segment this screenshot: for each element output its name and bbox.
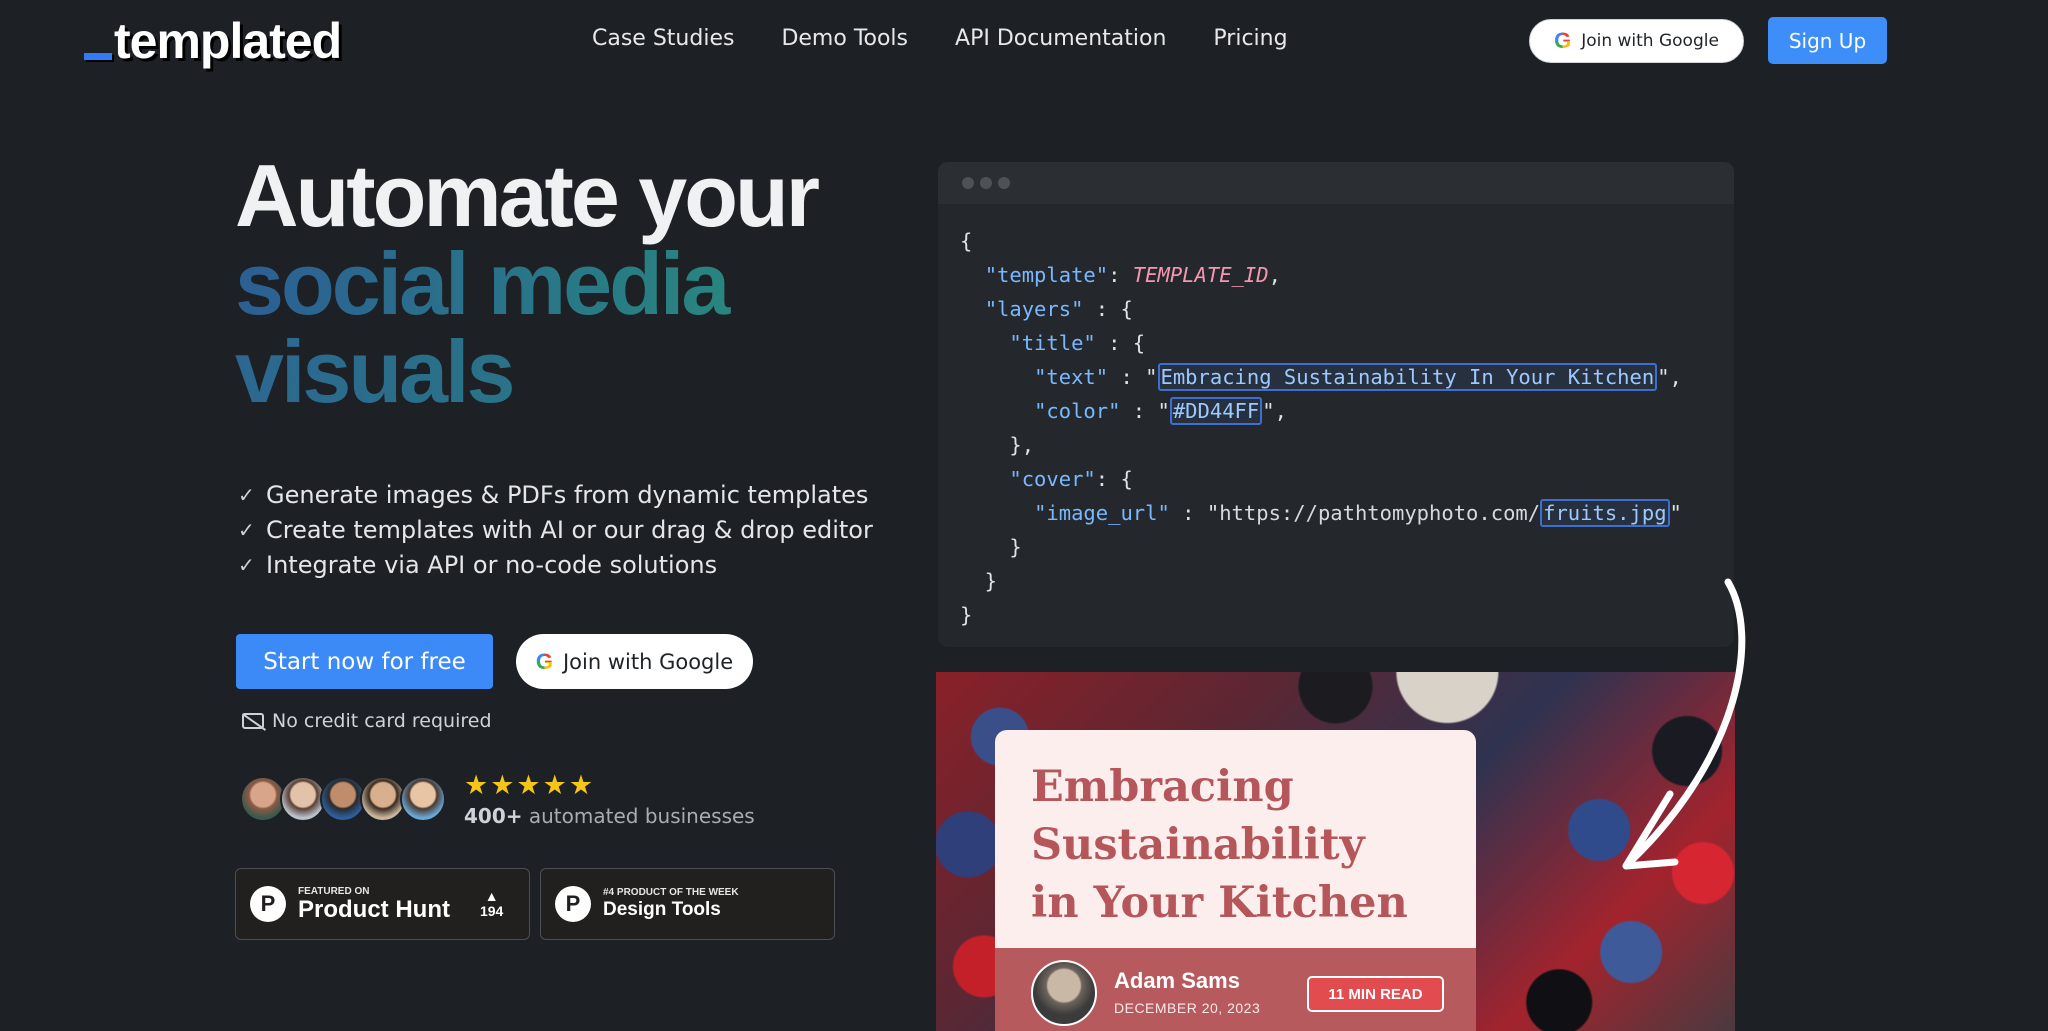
rating-caption: 400+ automated businesses xyxy=(464,804,755,828)
upvote-number: 194 xyxy=(479,903,504,919)
code-highlight-color: #DD44FF xyxy=(1169,397,1263,425)
hero-join-google-label: Join with Google xyxy=(562,649,734,674)
post-footer: Adam Sams DECEMBER 20, 2023 11 MIN READ xyxy=(995,948,1476,1031)
badge-text: #4 PRODUCT OF THE WEEK Design Tools xyxy=(603,887,739,922)
code-highlight-file: fruits.jpg xyxy=(1540,499,1670,527)
author-name: Adam Sams xyxy=(1114,968,1240,993)
start-free-button[interactable]: Start now for free xyxy=(236,634,493,689)
main-nav: Case Studies Demo Tools API Documentatio… xyxy=(592,26,1288,51)
headline-line-3: visuals xyxy=(235,328,817,416)
google-icon: G xyxy=(1554,28,1572,53)
no-credit-card-text: No credit card required xyxy=(272,710,492,732)
check-icon: ✓ xyxy=(238,518,255,542)
rating-text: automated businesses xyxy=(528,804,755,828)
star-rating-icons: ★★★★★ xyxy=(464,770,596,801)
badge-caption: FEATURED ON xyxy=(298,885,370,897)
upvote-count: ▲ 194 xyxy=(480,889,503,919)
hero-join-google-button[interactable]: G Join with Google xyxy=(516,634,753,689)
logo[interactable]: templated xyxy=(84,12,342,70)
code-template-id: TEMPLATE_ID xyxy=(1132,263,1269,287)
post-title-line: Embracing xyxy=(1031,762,1294,812)
post-date: DECEMBER 20, 2023 xyxy=(1114,1000,1261,1016)
nav-pricing[interactable]: Pricing xyxy=(1213,26,1287,51)
badge-text: FEATURED ON Product Hunt xyxy=(298,886,450,923)
header-join-google-button[interactable]: G Join with Google xyxy=(1529,19,1744,63)
feature-item: ✓ Integrate via API or no-code solutions xyxy=(238,548,873,583)
nav-api-documentation[interactable]: API Documentation xyxy=(955,26,1166,51)
no-credit-card-note: No credit card required xyxy=(242,710,492,732)
no-credit-card-icon xyxy=(242,713,264,729)
avatar xyxy=(400,776,446,822)
feature-text: Integrate via API or no-code solutions xyxy=(266,551,718,579)
post-card: Embracing Sustainability in Your Kitchen… xyxy=(995,730,1476,1031)
window-dot xyxy=(962,177,974,189)
hero-headline: Automate your social media visuals xyxy=(235,146,820,416)
code-url: https://pathtomyphoto.com/ xyxy=(1219,501,1541,525)
code-key: "image_url" xyxy=(1034,501,1170,525)
header-join-google-label: Join with Google xyxy=(1581,31,1719,51)
read-time-badge: 11 MIN READ xyxy=(1307,976,1444,1012)
nav-demo-tools[interactable]: Demo Tools xyxy=(781,26,908,51)
code-window-bar xyxy=(938,162,1734,204)
post-title-line: in Your Kitchen xyxy=(1031,878,1408,928)
post-title-line: Sustainability xyxy=(1031,820,1365,870)
code-key: "cover" xyxy=(1009,467,1096,491)
code-block: { "template": TEMPLATE_ID, "layers" : { … xyxy=(960,229,1682,627)
product-hunt-featured-badge[interactable]: P FEATURED ON Product Hunt ▲ 194 xyxy=(235,868,530,940)
code-key: "title" xyxy=(1009,331,1096,355)
logo-text: templated xyxy=(114,13,342,69)
rating-count: 400+ xyxy=(464,804,523,828)
api-code-example: { "template": TEMPLATE_ID, "layers" : { … xyxy=(938,162,1734,647)
curved-arrow-icon xyxy=(1622,578,1746,870)
site-header: templated Case Studies Demo Tools API Do… xyxy=(0,0,2048,84)
feature-text: Generate images & PDFs from dynamic temp… xyxy=(266,481,869,509)
rating-block: ★★★★★ 400+ automated businesses xyxy=(464,770,755,829)
nav-case-studies[interactable]: Case Studies xyxy=(592,26,734,51)
badge-caption: #4 PRODUCT OF THE WEEK xyxy=(603,886,739,898)
code-highlight-text: Embracing Sustainability In Your Kitchen xyxy=(1157,363,1658,391)
window-dot xyxy=(998,177,1010,189)
headline-line-2: social media xyxy=(235,240,817,328)
google-icon: G xyxy=(535,648,553,674)
feature-text: Create templates with AI or our drag & d… xyxy=(266,516,873,544)
signup-button[interactable]: Sign Up xyxy=(1768,17,1887,64)
product-hunt-logo-icon: P xyxy=(250,886,286,922)
badge-title: Design Tools xyxy=(603,898,721,920)
feature-item: ✓ Generate images & PDFs from dynamic tem… xyxy=(238,478,873,513)
code-key: "layers" xyxy=(984,297,1084,321)
customer-avatars xyxy=(240,776,446,822)
code-key: "text" xyxy=(1034,365,1109,389)
code-key: "template" xyxy=(984,263,1109,287)
code-key: "color" xyxy=(1034,399,1121,423)
upvote-triangle-icon: ▲ xyxy=(484,888,499,904)
check-icon: ✓ xyxy=(238,553,255,577)
logo-underscore-mark xyxy=(84,53,112,60)
headline-line-1: Automate your xyxy=(235,146,820,245)
badge-title: Product Hunt xyxy=(298,895,450,923)
feature-list: ✓ Generate images & PDFs from dynamic tem… xyxy=(238,478,873,583)
product-of-week-badge[interactable]: P #4 PRODUCT OF THE WEEK Design Tools xyxy=(540,868,835,940)
author-avatar xyxy=(1031,960,1097,1026)
check-icon: ✓ xyxy=(238,483,255,507)
product-hunt-logo-icon: P xyxy=(555,886,591,922)
window-dot xyxy=(980,177,992,189)
post-title: Embracing Sustainability in Your Kitchen xyxy=(1031,758,1408,932)
feature-item: ✓ Create templates with AI or our drag & … xyxy=(238,513,873,548)
